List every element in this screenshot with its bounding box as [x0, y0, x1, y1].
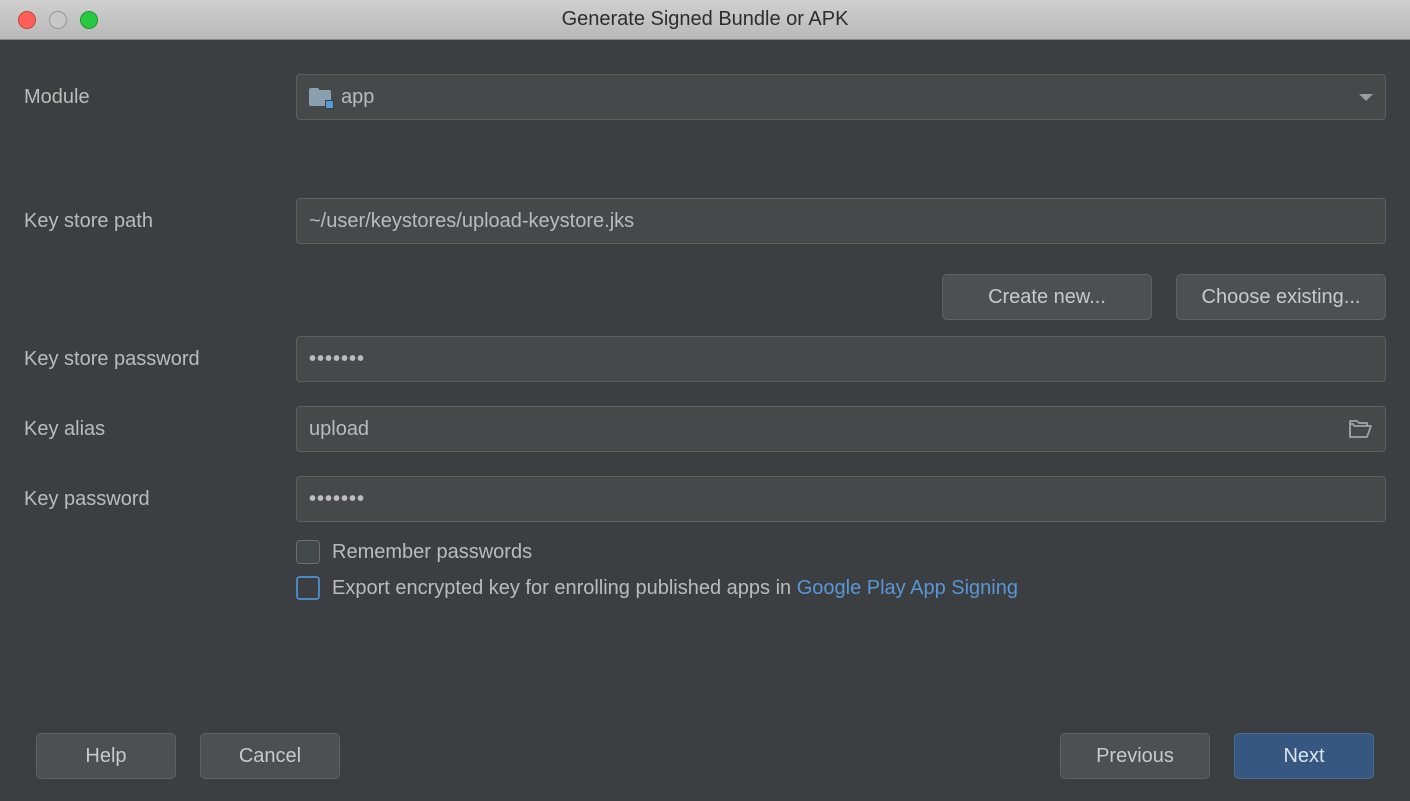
key-alias-input[interactable]: upload — [296, 406, 1386, 452]
export-encrypted-key-checkbox[interactable] — [296, 576, 320, 600]
remember-passwords-label: Remember passwords — [332, 541, 532, 564]
keystore-path-label: Key store path — [24, 210, 296, 233]
key-password-value: ••••••• — [309, 488, 365, 511]
close-window-button[interactable] — [18, 11, 36, 29]
key-alias-value: upload — [309, 418, 369, 441]
module-selected-value: app — [341, 86, 374, 109]
next-button[interactable]: Next — [1234, 733, 1374, 779]
window-title: Generate Signed Bundle or APK — [0, 8, 1410, 31]
keystore-password-value: ••••••• — [309, 348, 365, 371]
module-folder-icon — [309, 88, 331, 106]
window-controls — [18, 11, 98, 29]
keystore-path-input[interactable]: ~/user/keystores/upload-keystore.jks — [296, 198, 1386, 244]
cancel-button[interactable]: Cancel — [200, 733, 340, 779]
chevron-down-icon — [1359, 94, 1373, 101]
module-dropdown[interactable]: app — [296, 74, 1386, 120]
key-password-label: Key password — [24, 488, 296, 511]
minimize-window-button[interactable] — [49, 11, 67, 29]
help-button[interactable]: Help — [36, 733, 176, 779]
keystore-password-label: Key store password — [24, 348, 296, 371]
create-new-keystore-button[interactable]: Create new... — [942, 274, 1152, 320]
maximize-window-button[interactable] — [80, 11, 98, 29]
module-label: Module — [24, 86, 296, 109]
remember-passwords-checkbox[interactable] — [296, 540, 320, 564]
titlebar: Generate Signed Bundle or APK — [0, 0, 1410, 40]
key-password-input[interactable]: ••••••• — [296, 476, 1386, 522]
key-alias-label: Key alias — [24, 418, 296, 441]
choose-existing-keystore-button[interactable]: Choose existing... — [1176, 274, 1386, 320]
folder-open-icon[interactable] — [1349, 419, 1373, 439]
keystore-path-value: ~/user/keystores/upload-keystore.jks — [309, 210, 634, 233]
google-play-app-signing-link[interactable]: Google Play App Signing — [797, 577, 1018, 599]
export-encrypted-key-label: Export encrypted key for enrolling publi… — [332, 577, 797, 599]
dialog-footer: Help Cancel Previous Next — [0, 733, 1410, 779]
previous-button[interactable]: Previous — [1060, 733, 1210, 779]
keystore-password-input[interactable]: ••••••• — [296, 336, 1386, 382]
